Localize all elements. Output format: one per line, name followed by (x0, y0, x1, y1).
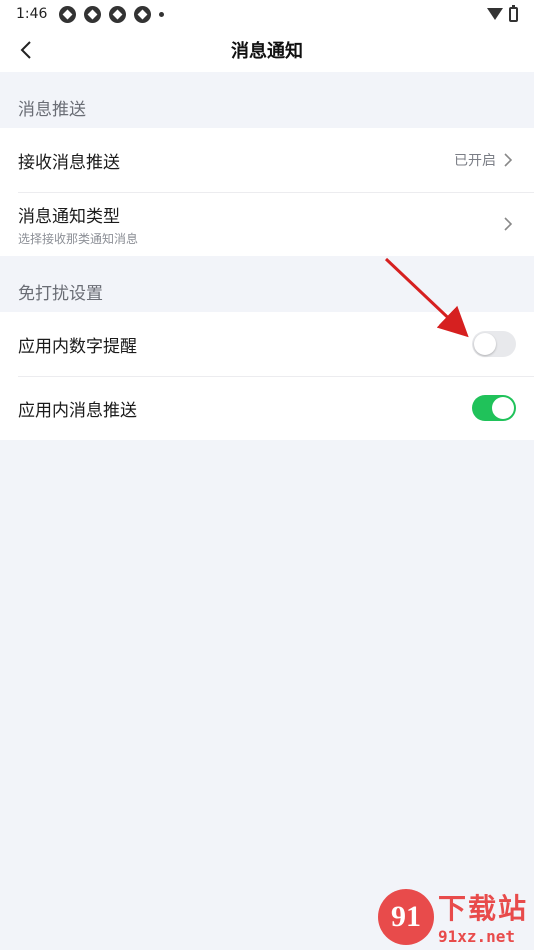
watermark-text-en: 91xz.net (437, 927, 516, 946)
notification-app-icon (59, 5, 77, 23)
row-right (504, 217, 516, 231)
row-label-group: 消息通知类型 选择接收那类通知消息 (18, 202, 138, 247)
row-label: 应用内数字提醒 (18, 336, 137, 357)
notification-icons (59, 5, 165, 23)
battery-icon (509, 4, 518, 22)
section-header-push: 消息推送 (18, 100, 86, 120)
row-label-group: 接收消息推送 (18, 148, 120, 173)
notification-type-row[interactable]: 消息通知类型 选择接收那类通知消息 (0, 192, 534, 256)
wifi-icon (487, 8, 503, 20)
row-label: 消息通知类型 (18, 206, 120, 227)
status-right (487, 4, 518, 22)
app-bar: 消息通知 (0, 28, 534, 72)
row-right (472, 395, 516, 421)
push-status-value: 已开启 (454, 153, 496, 169)
receive-push-row[interactable]: 接收消息推送 已开启 (0, 128, 534, 192)
more-notifications-dot-icon (159, 11, 165, 17)
status-bar: 1:46 (0, 0, 534, 28)
notification-app-icon (109, 5, 127, 23)
row-label: 应用内消息推送 (18, 400, 137, 421)
row-right: 已开启 (454, 150, 516, 170)
row-label-group: 应用内消息推送 (18, 396, 137, 421)
in-app-push-row: 应用内消息推送 (0, 376, 534, 440)
watermark-text: 下载站 91xz.net (438, 887, 528, 946)
row-label-group: 应用内数字提醒 (18, 332, 137, 357)
back-button[interactable] (12, 36, 40, 64)
chevron-left-icon (20, 41, 31, 59)
notification-app-icon (134, 5, 152, 23)
toggle-knob (492, 397, 514, 419)
watermark-text-cn: 下载站 (437, 892, 528, 925)
chevron-right-icon (504, 217, 516, 231)
chevron-right-icon (504, 153, 516, 167)
watermark-logo: 91 (377, 888, 434, 945)
in-app-push-toggle[interactable] (472, 395, 516, 421)
status-time: 1:46 (16, 6, 48, 22)
annotation-arrow-icon (384, 257, 469, 338)
page-title: 消息通知 (231, 41, 303, 62)
row-label: 接收消息推送 (18, 152, 120, 173)
row-subtitle: 选择接收那类通知消息 (18, 231, 139, 246)
notification-app-icon (84, 5, 102, 23)
watermark: 91 下载站 91xz.net (377, 887, 528, 946)
